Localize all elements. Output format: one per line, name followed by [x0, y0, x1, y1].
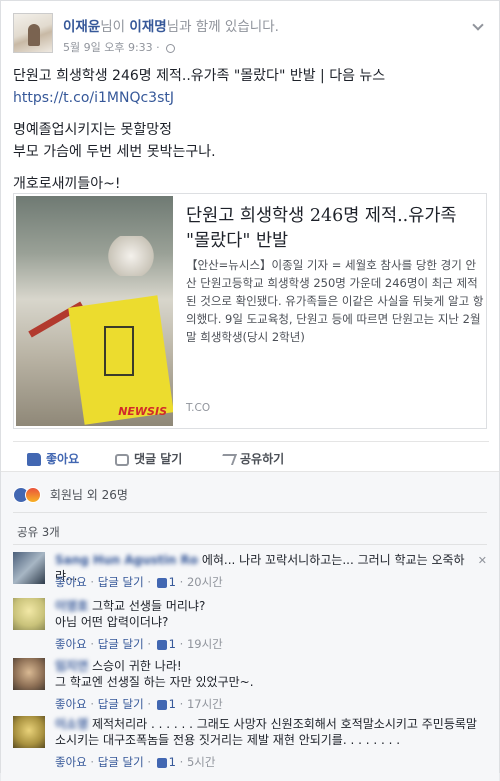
thumbs-up-icon	[27, 453, 41, 466]
comment-reply-link[interactable]: 답글 달기	[98, 575, 144, 589]
share-count[interactable]: 공유 3개	[17, 524, 60, 540]
like-button[interactable]: 좋아요	[27, 450, 79, 467]
reaction-summary[interactable]: 회원님 외 26명	[13, 486, 128, 503]
commenter-avatar[interactable]	[13, 598, 45, 630]
comment-text: 제적처리라 . . . . . . 그래도 사망자 신원조회해서 호적말소시키고…	[55, 717, 477, 747]
angry-reaction-icon	[25, 486, 41, 503]
commenter-avatar[interactable]	[13, 716, 45, 748]
link-preview-title[interactable]: 단원고 희생학생 246명 제적..유가족 "몰랐다" 반발	[186, 204, 481, 254]
commenter-name[interactable]: 이영호	[55, 599, 88, 613]
link-preview-source: T.CO	[186, 402, 211, 414]
comment-reply-link[interactable]: 답글 달기	[98, 637, 144, 651]
share-icon	[218, 454, 238, 465]
chevron-down-icon[interactable]	[471, 19, 485, 33]
author-avatar[interactable]	[13, 13, 53, 53]
thumbs-up-icon	[156, 757, 167, 768]
commenter-name[interactable]: Sang Hun Agustin Ro	[55, 553, 198, 567]
comment-reply-link[interactable]: 답글 달기	[98, 755, 144, 769]
link-preview-description: 【안산=뉴시스】이종일 기자 = 세월호 참사를 당한 경기 안산 단원고등학교…	[186, 258, 484, 344]
link-preview[interactable]: NEWSIS 단원고 희생학생 246명 제적..유가족 "몰랐다" 반발 【안…	[13, 193, 487, 429]
comment-like-link[interactable]: 좋아요	[55, 755, 87, 769]
post-body: 단원고 희생학생 246명 제적..유가족 "몰랐다" 반발 | 다음 뉴스 h…	[13, 65, 489, 195]
share-button[interactable]: 공유하기	[218, 450, 284, 467]
close-icon[interactable]: ✕	[478, 554, 487, 567]
post-timestamp[interactable]: 5월 9일 오후 9:33 ·	[63, 39, 176, 55]
header-line: 이재윤님이 이재명님과 함께 있습니다.	[63, 19, 279, 35]
globe-icon	[166, 43, 176, 53]
comment-like-link[interactable]: 좋아요	[55, 637, 87, 651]
post-link[interactable]: https://t.co/i1MNQc3stJ	[13, 90, 174, 106]
comment-button[interactable]: 댓글 달기	[115, 450, 182, 467]
thumbs-up-icon	[156, 577, 167, 588]
commenter-avatar[interactable]	[13, 658, 45, 690]
post-line-3: 부모 가슴에 두번 세번 못박는구나.	[13, 144, 216, 160]
commenter-avatar[interactable]	[13, 552, 45, 584]
comment-reply-link[interactable]: 답글 달기	[98, 697, 144, 711]
post-line-1: 단원고 희생학생 246명 제적..유가족 "몰랐다" 반발 | 다음 뉴스	[13, 68, 386, 84]
post-line-2: 명예졸업시키지는 못할망정	[13, 122, 173, 138]
comment-like-link[interactable]: 좋아요	[55, 575, 87, 589]
post-line-4: 개호로새끼들아~!	[13, 176, 121, 192]
feedback-section: 회원님 외 26명 공유 3개 Sang Hun Agustin Ro 에혀..…	[1, 471, 499, 781]
comment-like-link[interactable]: 좋아요	[55, 697, 87, 711]
comment-icon	[115, 453, 129, 466]
thumbs-up-icon	[156, 639, 167, 650]
post-card: 이재윤님이 이재명님과 함께 있습니다. 5월 9일 오후 9:33 · 단원고…	[0, 0, 500, 781]
action-bar: 좋아요 댓글 달기 공유하기	[13, 441, 489, 471]
commenter-name[interactable]: 이소영	[55, 717, 88, 731]
author-name[interactable]: 이재윤	[63, 19, 100, 35]
image-watermark: NEWSIS	[118, 405, 167, 418]
comment-meta: 좋아요 · 답글 달기 · 1 · 20시간	[55, 575, 223, 589]
thumbs-up-icon	[156, 699, 167, 710]
post-header: 이재윤님이 이재명님과 함께 있습니다. 5월 9일 오후 9:33 ·	[13, 13, 489, 57]
comment-meta: 좋아요 · 답글 달기 · 1 · 5시간	[55, 755, 216, 769]
tagged-name[interactable]: 이재명	[129, 19, 166, 35]
comment-meta: 좋아요 · 답글 달기 · 1 · 19시간	[55, 637, 223, 651]
commenter-name[interactable]: 임지연	[55, 659, 88, 673]
link-preview-image[interactable]: NEWSIS	[16, 196, 173, 426]
comment-meta: 좋아요 · 답글 달기 · 1 · 17시간	[55, 697, 223, 711]
